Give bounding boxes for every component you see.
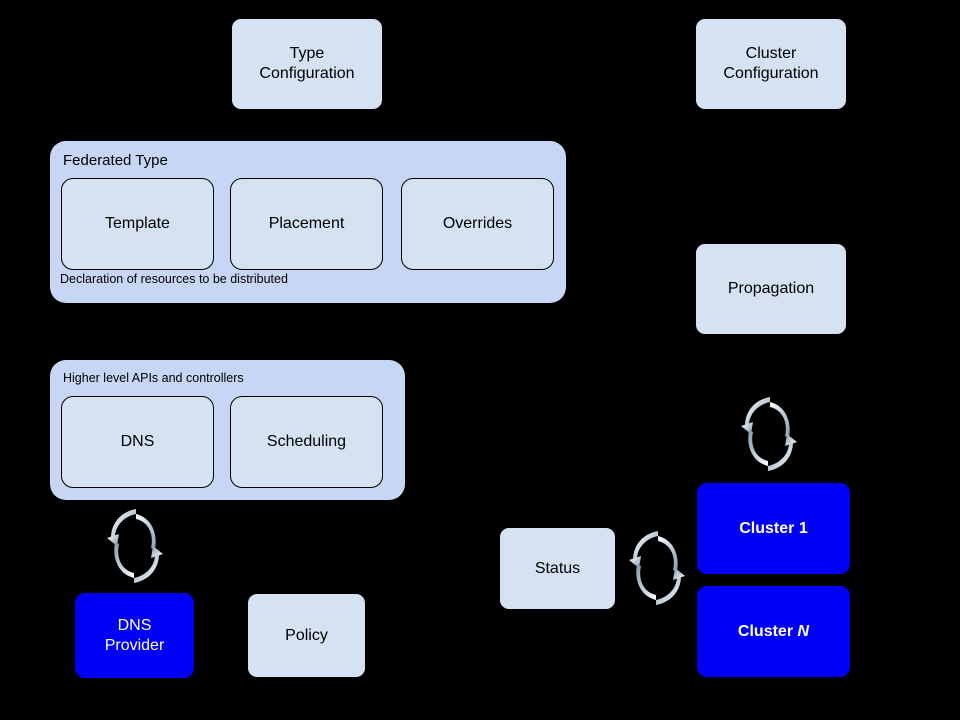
- cluster-label-prefix: Cluster: [737, 622, 798, 640]
- node-cluster-1-label: Cluster 1: [739, 519, 807, 539]
- sync-icon-cluster: [741, 397, 797, 471]
- node-propagation[interactable]: Propagation: [695, 243, 847, 335]
- node-status[interactable]: Status: [499, 527, 616, 610]
- label-line-1: Type: [289, 45, 325, 62]
- label-line-1: DNS: [117, 616, 152, 634]
- node-dns[interactable]: DNS: [61, 396, 214, 488]
- sync-icon-dns-provider: [107, 509, 163, 583]
- node-dns-provider[interactable]: DNS Provider: [75, 593, 194, 678]
- group-federated-type-title: Federated Type: [63, 152, 168, 169]
- label-line-2: Configuration: [723, 65, 819, 82]
- node-cluster-n[interactable]: Cluster N: [697, 586, 850, 677]
- node-cluster-n-label: Cluster N: [738, 622, 809, 642]
- node-type-configuration-label: Type Configuration: [259, 44, 354, 84]
- diagram-canvas: Type Configuration Cluster Configuration…: [0, 0, 960, 720]
- node-type-configuration[interactable]: Type Configuration: [231, 18, 383, 110]
- label-line-2: Provider: [104, 636, 165, 654]
- node-cluster-configuration-label: Cluster Configuration: [723, 44, 818, 84]
- label-line-1: Cluster: [745, 45, 797, 62]
- node-policy[interactable]: Policy: [247, 593, 366, 678]
- node-cluster-1[interactable]: Cluster 1: [697, 483, 850, 574]
- node-cluster-configuration[interactable]: Cluster Configuration: [695, 18, 847, 110]
- node-placement[interactable]: Placement: [230, 178, 383, 270]
- cluster-label-index: 1: [798, 519, 808, 537]
- cluster-label-index: N: [797, 622, 810, 640]
- group-higher-level-apis-title: Higher level APIs and controllers: [63, 371, 244, 385]
- group-federated-type-caption: Declaration of resources to be distribut…: [60, 272, 288, 286]
- node-dns-provider-label: DNS Provider: [105, 616, 165, 656]
- node-template[interactable]: Template: [61, 178, 214, 270]
- sync-icon-status: [629, 531, 685, 605]
- cluster-label-prefix: Cluster: [739, 519, 799, 537]
- node-overrides[interactable]: Overrides: [401, 178, 554, 270]
- label-line-2: Configuration: [259, 65, 355, 82]
- node-scheduling[interactable]: Scheduling: [230, 396, 383, 488]
